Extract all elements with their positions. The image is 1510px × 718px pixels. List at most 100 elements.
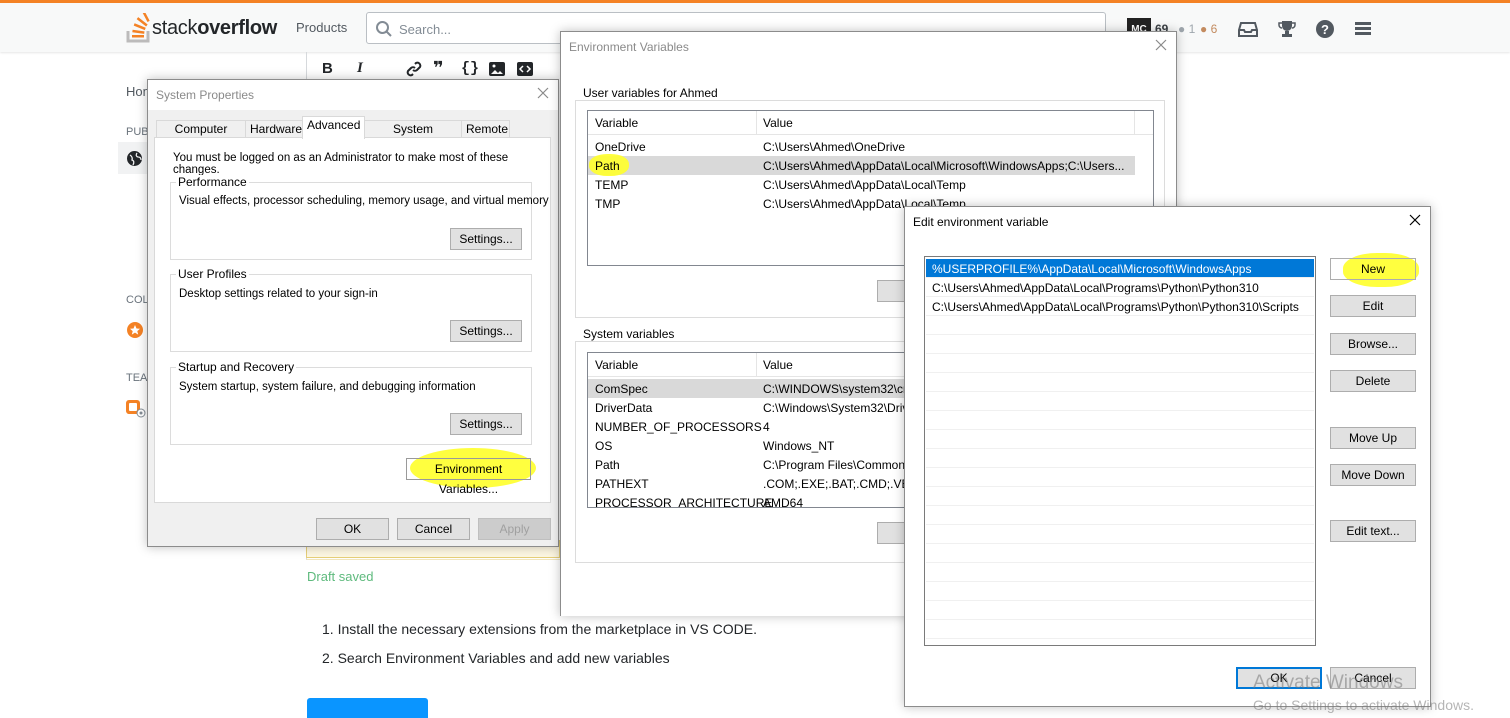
variable-name: DriverData <box>595 401 653 415</box>
tab-remote[interactable]: Remote <box>461 120 510 138</box>
edit-environment-variable-dialog: Edit environment variable %USERPROFILE%\… <box>904 206 1431 707</box>
list-item[interactable]: %USERPROFILE%\AppData\Local\Microsoft\Wi… <box>926 259 1314 278</box>
silver-badge-count: ● 1 <box>1178 22 1196 36</box>
list-item[interactable] <box>926 373 1314 392</box>
bold-button[interactable]: B <box>322 60 333 77</box>
activate-windows-watermark: Activate Windows <box>1253 672 1403 693</box>
tab-hardware[interactable]: Hardware <box>245 120 303 138</box>
col-variable-header[interactable]: Variable <box>595 116 638 130</box>
teams-icon[interactable] <box>126 400 146 418</box>
list-item[interactable] <box>926 620 1314 639</box>
variable-value: C:\Users\Ahmed\AppData\Local\Temp <box>763 178 966 192</box>
path-entry: %USERPROFILE%\AppData\Local\Microsoft\Wi… <box>932 262 1252 276</box>
path-entry: C:\Users\Ahmed\AppData\Local\Programs\Py… <box>932 300 1299 314</box>
link-icon[interactable] <box>406 61 422 77</box>
variable-value: AMD64 <box>763 496 804 508</box>
list-item[interactable] <box>926 449 1314 468</box>
titlebar[interactable]: System Properties <box>148 80 558 110</box>
user-profiles-settings-button[interactable]: Settings... <box>450 320 522 342</box>
list-item[interactable] <box>926 468 1314 487</box>
col-variable-header[interactable]: Variable <box>595 358 638 372</box>
help-icon[interactable]: ? <box>1315 19 1335 39</box>
list-item[interactable]: C:\Users\Ahmed\AppData\Local\Programs\Py… <box>926 278 1314 297</box>
col-value-header[interactable]: Value <box>763 116 793 130</box>
ok-button[interactable]: OK <box>316 518 389 540</box>
list-item[interactable] <box>926 506 1314 525</box>
list-item[interactable] <box>926 430 1314 449</box>
tab-system-protection[interactable]: System Protection <box>364 120 462 152</box>
system-variables-title: System variables <box>581 327 677 341</box>
cancel-button[interactable]: Cancel <box>397 518 470 540</box>
variable-value: C:\Program Files\Common <box>763 458 906 472</box>
close-icon[interactable] <box>1154 38 1168 52</box>
list-item[interactable] <box>926 582 1314 601</box>
list-item[interactable] <box>926 316 1314 335</box>
user-profiles-desc: Desktop settings related to your sign-in <box>179 288 378 300</box>
variable-value: C:\Windows\System32\Driv <box>763 401 909 415</box>
table-row[interactable]: Path C:\Users\Ahmed\AppData\Local\Micros… <box>588 154 1135 176</box>
draft-saved-status: Draft saved <box>307 569 374 584</box>
italic-button[interactable]: I <box>357 60 363 77</box>
products-menu[interactable]: Products <box>296 20 347 35</box>
advanced-tab-panel: You must be logged on as an Administrato… <box>154 137 551 503</box>
list-item[interactable] <box>926 335 1314 354</box>
titlebar[interactable]: Edit environment variable <box>905 207 1430 237</box>
list-item[interactable] <box>926 563 1314 582</box>
inbox-icon[interactable] <box>1238 19 1258 39</box>
so-logo[interactable]: stackoverflow <box>126 13 277 43</box>
variable-name: OS <box>595 439 613 453</box>
apply-button[interactable]: Apply <box>478 518 551 540</box>
edit-text-button[interactable]: Edit text... <box>1330 520 1416 542</box>
column-divider[interactable] <box>756 111 757 135</box>
trophy-icon[interactable] <box>1277 19 1297 39</box>
blockquote-button[interactable]: ❞ <box>433 58 444 79</box>
path-entries-list[interactable]: %USERPROFILE%\AppData\Local\Microsoft\Wi… <box>924 256 1316 646</box>
move-down-button[interactable]: Move Down <box>1330 464 1416 486</box>
list-item[interactable] <box>926 601 1314 620</box>
startup-recovery-title: Startup and Recovery <box>176 360 297 374</box>
list-item[interactable] <box>926 411 1314 430</box>
snippet-icon[interactable] <box>517 61 533 77</box>
variable-name: PATHEXT <box>595 477 649 491</box>
post-answer-button[interactable] <box>307 698 428 718</box>
list-item[interactable] <box>926 354 1314 373</box>
delete-button[interactable]: Delete <box>1330 370 1416 392</box>
so-logo-text: stackoverflow <box>152 16 278 39</box>
list-item[interactable] <box>926 544 1314 563</box>
startup-settings-button[interactable]: Settings... <box>450 413 522 435</box>
titlebar[interactable]: Environment Variables <box>561 32 1176 62</box>
variable-value: Windows_NT <box>763 439 835 453</box>
search-icon <box>376 21 392 37</box>
column-divider[interactable] <box>756 353 757 377</box>
performance-settings-button[interactable]: Settings... <box>450 228 522 250</box>
list-item[interactable] <box>926 487 1314 506</box>
close-icon[interactable] <box>536 86 550 100</box>
list-item[interactable]: C:\Users\Ahmed\AppData\Local\Programs\Py… <box>926 297 1314 316</box>
variable-name: OneDrive <box>595 140 646 154</box>
move-up-button[interactable]: Move Up <box>1330 427 1416 449</box>
table-row[interactable]: OneDrive C:\Users\Ahmed\OneDrive <box>588 137 1153 156</box>
list-item[interactable] <box>926 525 1314 544</box>
search-placeholder: Search... <box>399 22 452 37</box>
close-icon[interactable] <box>1408 213 1422 227</box>
collectives-icon[interactable] <box>126 321 144 339</box>
environment-variables-button[interactable]: Environment Variables... <box>406 458 531 496</box>
step-item: 1. Install the necessary extensions from… <box>322 621 757 637</box>
variable-value: C:\WINDOWS\system32\cm <box>763 382 914 396</box>
list-item[interactable] <box>926 392 1314 411</box>
browse-button[interactable]: Browse... <box>1330 333 1416 355</box>
column-divider[interactable] <box>1134 111 1135 135</box>
col-value-header[interactable]: Value <box>763 358 793 372</box>
image-icon[interactable] <box>489 61 505 77</box>
window-title: Edit environment variable <box>913 215 1049 229</box>
variable-name: ComSpec <box>595 382 648 396</box>
stackoverflow-logo-icon <box>126 13 150 43</box>
tab-advanced[interactable]: Advanced <box>302 116 365 139</box>
code-button[interactable]: {} <box>461 60 479 77</box>
new-button[interactable]: New <box>1330 258 1416 280</box>
edit-button[interactable]: Edit <box>1330 295 1416 317</box>
table-row[interactable]: TEMP C:\Users\Ahmed\AppData\Local\Temp <box>588 175 1153 194</box>
tab-computer-name[interactable]: Computer Name <box>156 120 246 152</box>
user-variables-title: User variables for Ahmed <box>581 86 720 100</box>
site-switcher-icon[interactable] <box>1353 19 1373 39</box>
